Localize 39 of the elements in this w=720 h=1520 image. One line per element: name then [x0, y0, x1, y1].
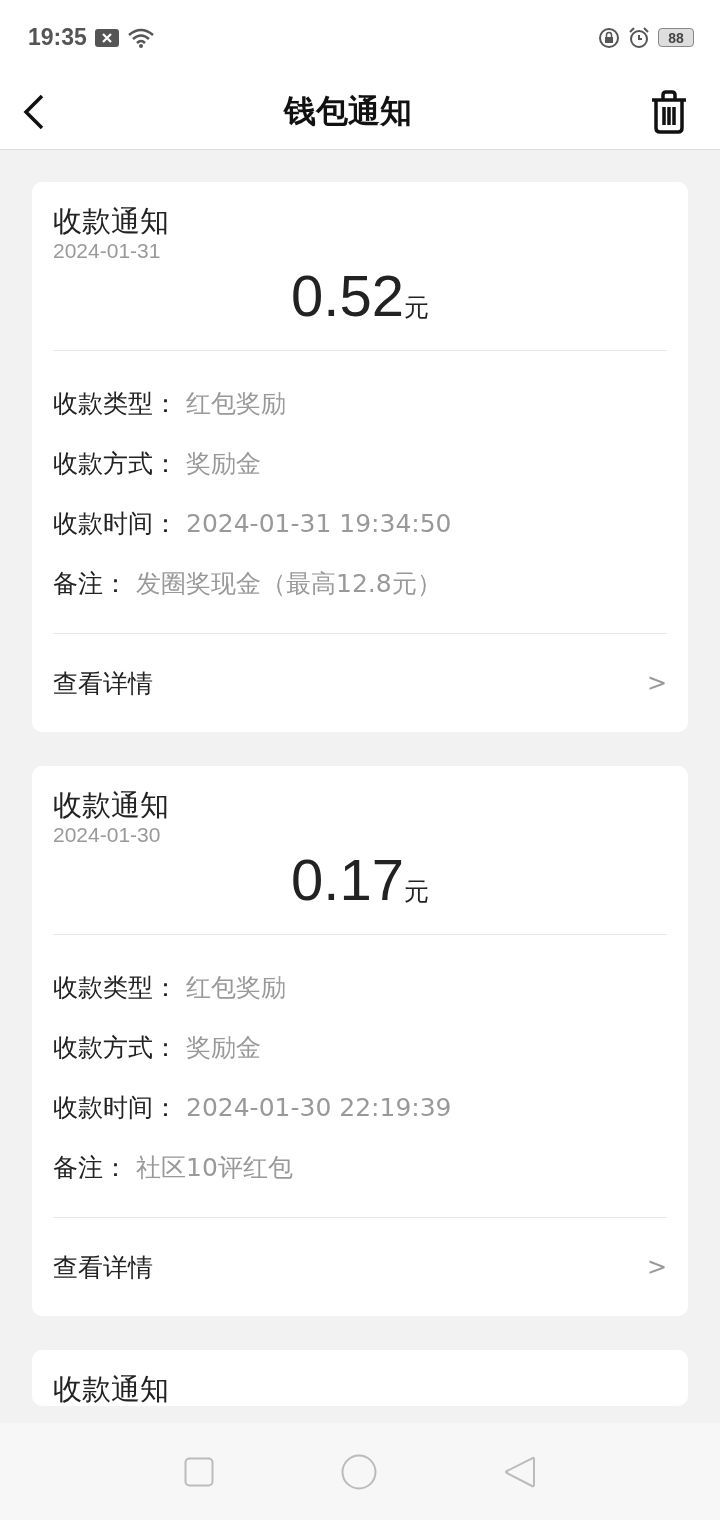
field-label: 收款方式：: [53, 447, 178, 480]
rotation-lock-icon: [598, 26, 620, 49]
trash-icon[interactable]: [650, 90, 688, 134]
field-value: 2024-01-31 19:34:50: [186, 508, 452, 538]
page-title: 钱包通知: [284, 91, 412, 132]
amount: 0.17: [291, 848, 404, 912]
notice-title: 收款通知: [53, 204, 170, 238]
notice-title: 收款通知: [53, 788, 170, 822]
field-value: 2024-01-30 22:19:39: [186, 1092, 452, 1122]
field-label: 收款时间：: [53, 507, 178, 540]
field-value: 红包奖励: [186, 387, 286, 420]
field-label: 收款方式：: [53, 1031, 178, 1064]
home-icon[interactable]: [341, 1453, 377, 1490]
notice-date: 2024-01-31: [53, 238, 162, 264]
amount-unit: 元: [403, 876, 429, 908]
field-label: 备注：: [53, 1151, 128, 1184]
view-details-link[interactable]: 查看详情 >: [53, 634, 667, 732]
battery-level: 88: [658, 28, 694, 47]
wifi-icon: [126, 26, 155, 49]
field-label: 收款时间：: [53, 1091, 178, 1124]
notice-title: 收款通知: [53, 1372, 170, 1406]
field-value: 红包奖励: [186, 971, 286, 1004]
amount-unit: 元: [403, 292, 429, 324]
amount: 0.52: [291, 264, 404, 328]
notice-date: 2024-01-30: [53, 822, 162, 848]
notification-icon: [94, 28, 119, 47]
field-value: 社区10评红包: [136, 1151, 293, 1184]
alarm-icon: [628, 26, 650, 49]
view-details-link[interactable]: 查看详情 >: [53, 1218, 667, 1316]
field-value: 奖励金: [186, 447, 261, 480]
field-value: 奖励金: [186, 1031, 261, 1064]
status-time: 19:35: [28, 24, 87, 51]
field-label: 备注：: [53, 567, 128, 600]
field-label: 收款类型：: [53, 971, 178, 1004]
field-label: 收款类型：: [53, 387, 178, 420]
back-nav-icon[interactable]: [504, 1454, 537, 1489]
recents-icon[interactable]: [183, 1456, 214, 1487]
back-icon[interactable]: [22, 94, 46, 130]
field-value: 发圈奖现金（最高12.8元）: [136, 567, 442, 600]
